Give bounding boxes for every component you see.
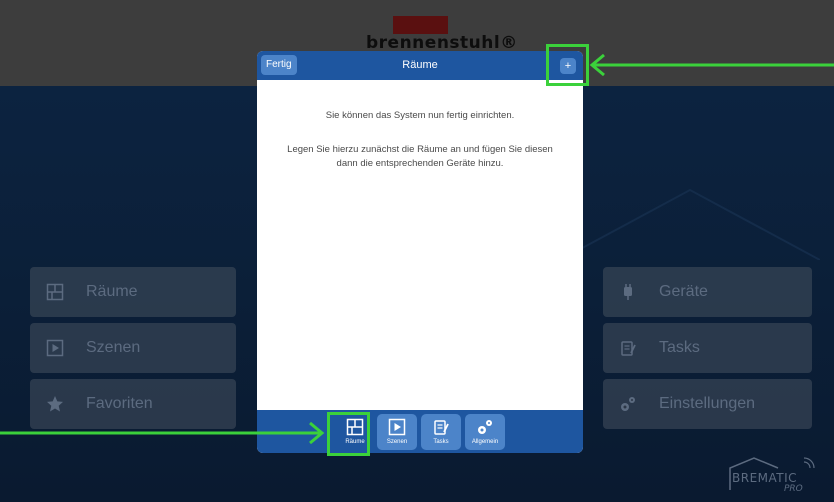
- tab-label: Allgemein: [471, 439, 499, 445]
- arrow-to-add-button: [589, 54, 834, 76]
- tile-label: Tasks: [659, 339, 700, 356]
- plug-icon: [619, 283, 637, 301]
- house-roof-outline: [560, 188, 820, 260]
- brand-logo-mark: [393, 16, 448, 34]
- done-button[interactable]: Fertig: [261, 55, 297, 75]
- svg-text:BREMATIC: BREMATIC: [732, 471, 797, 485]
- tile-raeume[interactable]: Räume: [30, 267, 236, 317]
- modal-header: Räume Fertig +: [257, 51, 583, 80]
- modal-body: Sie können das System nun fertig einrich…: [257, 80, 583, 410]
- tab-szenen[interactable]: Szenen: [377, 414, 417, 450]
- tasks-icon: [619, 339, 637, 357]
- tile-einstellungen[interactable]: Einstellungen: [603, 379, 812, 429]
- modal-title: Räume: [402, 59, 438, 71]
- setup-message: Sie können das System nun fertig einrich…: [325, 110, 515, 121]
- scenes-icon: [388, 418, 406, 436]
- gears-icon: [476, 418, 494, 436]
- tile-label: Räume: [86, 283, 138, 300]
- tab-tasks[interactable]: Tasks: [421, 414, 461, 450]
- tile-tasks[interactable]: Tasks: [603, 323, 812, 373]
- gears-icon: [619, 395, 637, 413]
- tile-label: Szenen: [86, 339, 141, 356]
- rooms-icon: [46, 283, 64, 301]
- tab-allgemein[interactable]: Allgemein: [465, 414, 505, 450]
- star-icon: [46, 395, 64, 413]
- tile-label: Favoriten: [86, 395, 153, 412]
- setup-instructions: Legen Sie hierzu zunächst die Räume an u…: [287, 144, 553, 169]
- rooms-setup-modal: Räume Fertig + Sie können das System nun…: [257, 51, 583, 453]
- tile-geraete[interactable]: Geräte: [603, 267, 812, 317]
- tab-label: Szenen: [386, 439, 408, 445]
- tile-label: Einstellungen: [659, 395, 756, 412]
- highlight-add-button: [546, 44, 589, 86]
- arrow-to-rooms-tab: [0, 422, 325, 444]
- tile-szenen[interactable]: Szenen: [30, 323, 236, 373]
- tasks-icon: [432, 418, 450, 436]
- brematic-pro-logo: BREMATIC PRO: [729, 457, 815, 492]
- tile-label: Geräte: [659, 283, 708, 300]
- brand-logo-text: brennenstuhl®: [366, 33, 518, 53]
- tab-label: Tasks: [433, 439, 449, 445]
- highlight-rooms-tab: [327, 412, 370, 456]
- svg-text:PRO: PRO: [784, 484, 803, 492]
- scenes-icon: [46, 339, 64, 357]
